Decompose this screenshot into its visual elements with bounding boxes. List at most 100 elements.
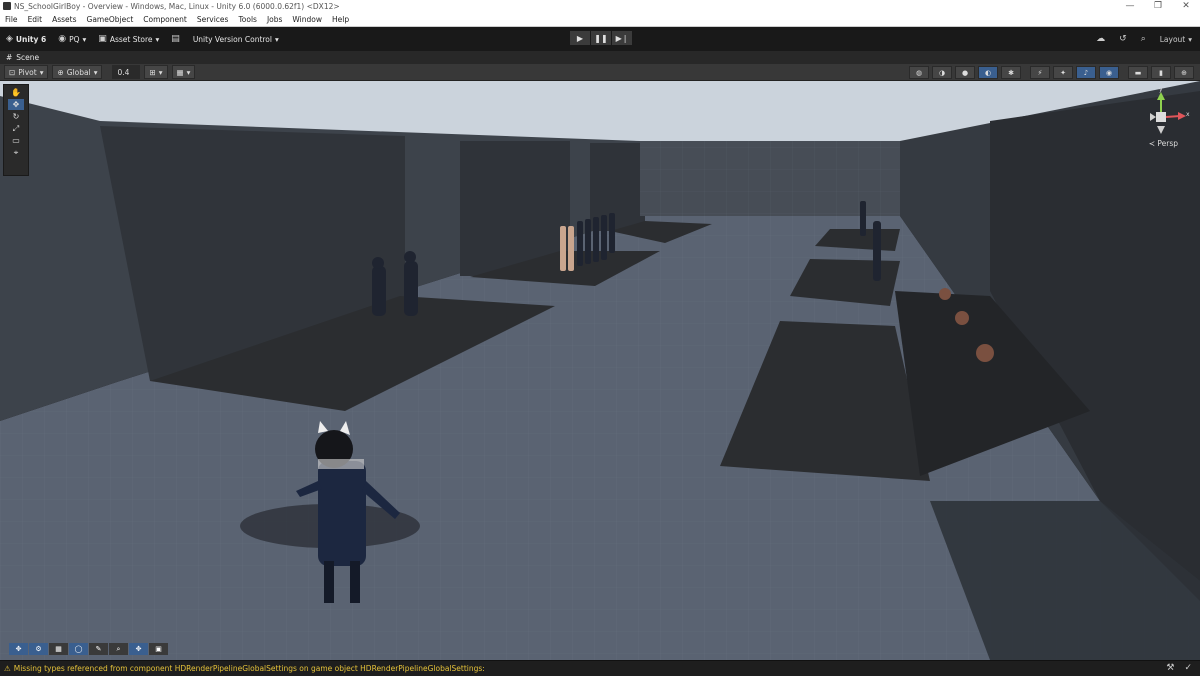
lighting-toggle-icon[interactable]: ⚡ bbox=[1030, 66, 1050, 79]
menu-bar: File Edit Assets GameObject Component Se… bbox=[0, 13, 1200, 27]
layout-dropdown[interactable]: Layout ▾ bbox=[1160, 35, 1192, 44]
play-controls: ▶ ❚❚ ▶❘ bbox=[570, 31, 632, 45]
status-right: ⚒ ✓ bbox=[1166, 663, 1192, 673]
asset-store-dropdown[interactable]: ▣ Asset Store ▾ bbox=[92, 34, 165, 44]
menu-file[interactable]: File bbox=[0, 15, 23, 24]
gizmos-icon[interactable]: ▮ bbox=[1151, 66, 1171, 79]
bottom-overlay-toolbar: ✥ ⚙ ▦ ◯ ✎ ⌕ ✥ ▣ bbox=[9, 643, 168, 655]
scale-tool-icon[interactable]: ⤢ bbox=[8, 123, 24, 134]
chevron-down-icon: ▾ bbox=[39, 67, 44, 77]
warning-icon: ⚠ bbox=[4, 664, 11, 673]
toolbar-right: ☁ ↺ ⌕ Layout ▾ bbox=[1096, 27, 1192, 51]
shading-wire-icon[interactable]: ◑ bbox=[932, 66, 952, 79]
move-tool-icon[interactable]: ✥ bbox=[8, 99, 24, 110]
scene-view-icon[interactable]: ⊕ bbox=[1174, 66, 1194, 79]
audio-toggle-icon[interactable]: ♪ bbox=[1076, 66, 1096, 79]
grid-icon: ▦ bbox=[176, 67, 184, 77]
menu-tools[interactable]: Tools bbox=[233, 15, 261, 24]
orientation-icon[interactable]: ◍ bbox=[909, 66, 929, 79]
unity-label: Unity 6 bbox=[15, 34, 47, 44]
title-bar: NS_SchoolGirlBoy - Overview - Windows, M… bbox=[0, 0, 1200, 13]
scene-tab-label: Scene bbox=[16, 53, 40, 62]
snap-value: 0.4 bbox=[117, 67, 130, 77]
camera-mode-toggle[interactable]: ≺ Persp bbox=[1149, 139, 1178, 148]
account-dropdown[interactable]: ◉ PQ ▾ bbox=[52, 34, 92, 44]
asset-store-label: Asset Store bbox=[109, 34, 153, 44]
close-button[interactable]: ✕ bbox=[1172, 0, 1200, 13]
menu-gameobject[interactable]: GameObject bbox=[82, 15, 139, 24]
scene-viewport[interactable] bbox=[0, 81, 1200, 660]
chevron-down-icon: ▾ bbox=[93, 67, 98, 77]
layout-label: Layout bbox=[1159, 34, 1186, 44]
main-toolbar: ◈ Unity 6 ◉ PQ ▾ ▣ Asset Store ▾ ▤ Unity… bbox=[0, 27, 1200, 51]
gizmo-x-label: x bbox=[1186, 111, 1190, 118]
orientation-gizmo[interactable]: y x bbox=[1134, 86, 1190, 140]
pivot-icon: ⊡ bbox=[9, 67, 16, 77]
menu-help[interactable]: Help bbox=[327, 15, 354, 24]
version-control-icon: ▤ bbox=[171, 34, 180, 44]
global-dropdown[interactable]: ⊕ Global ▾ bbox=[52, 65, 103, 79]
screenshot-icon[interactable]: ▣ bbox=[149, 643, 168, 655]
menu-assets[interactable]: Assets bbox=[47, 15, 81, 24]
rotate-tool-icon[interactable]: ↻ bbox=[8, 111, 24, 122]
history-icon[interactable]: ↺ bbox=[1119, 34, 1127, 44]
debug-icon[interactable]: ✱ bbox=[1001, 66, 1021, 79]
move-handle-icon[interactable]: ✥ bbox=[9, 643, 28, 655]
step-button[interactable]: ▶❘ bbox=[612, 31, 632, 45]
version-control-dropdown[interactable]: ▤ Unity Version Control ▾ bbox=[165, 34, 284, 44]
scene-icon: # bbox=[6, 53, 13, 62]
account-label: PQ bbox=[69, 34, 80, 44]
menu-component[interactable]: Component bbox=[138, 15, 192, 24]
pivot-label: Pivot bbox=[18, 67, 37, 77]
global-label: Global bbox=[66, 67, 91, 77]
menu-services[interactable]: Services bbox=[192, 15, 234, 24]
debug-mode-icon[interactable]: ⚒ bbox=[1166, 663, 1174, 673]
progress-check-icon[interactable]: ✓ bbox=[1184, 663, 1192, 673]
fx-toggle-icon[interactable]: ✦ bbox=[1053, 66, 1073, 79]
tab-scene[interactable]: # Scene bbox=[0, 53, 45, 62]
version-control-label: Unity Version Control bbox=[192, 34, 272, 44]
visibility-icon[interactable]: ◉ bbox=[1099, 66, 1119, 79]
camera-settings-icon[interactable]: ▬ bbox=[1128, 66, 1148, 79]
snap-increment-field[interactable]: 0.4 bbox=[112, 65, 141, 79]
play-button[interactable]: ▶ bbox=[570, 31, 590, 45]
minimize-button[interactable]: — bbox=[1116, 0, 1144, 13]
paint-icon[interactable]: ✎ bbox=[89, 643, 108, 655]
pause-button[interactable]: ❚❚ bbox=[591, 31, 611, 45]
unity-logo-icon bbox=[3, 2, 11, 10]
chevron-down-icon: ▾ bbox=[186, 67, 191, 77]
cloud-icon[interactable]: ☁ bbox=[1096, 34, 1105, 44]
chevron-down-icon: ▾ bbox=[1188, 34, 1192, 44]
shading-lit-icon[interactable]: ◐ bbox=[978, 66, 998, 79]
shading-solid-icon[interactable]: ● bbox=[955, 66, 975, 79]
search-icon[interactable]: ⌕ bbox=[1141, 34, 1146, 44]
grid-snap-icon[interactable]: ▦ bbox=[49, 643, 68, 655]
chevron-down-icon: ▾ bbox=[82, 34, 87, 44]
grid-dropdown[interactable]: ▦ ▾ bbox=[171, 65, 196, 79]
unity-icon: ◈ bbox=[6, 34, 13, 44]
chevron-down-icon: ▾ bbox=[155, 34, 160, 44]
transform-tool-icon[interactable]: ⌖ bbox=[8, 147, 24, 158]
asset-store-icon: ▣ bbox=[98, 34, 107, 44]
scene-render bbox=[0, 81, 1200, 660]
maximize-button[interactable]: ❐ bbox=[1144, 0, 1172, 13]
zoom-icon[interactable]: ⌕ bbox=[109, 643, 128, 655]
unity-account-button[interactable]: ◈ Unity 6 bbox=[0, 34, 52, 44]
rect-tool-icon[interactable]: ▭ bbox=[8, 135, 24, 146]
view-tool-icon[interactable]: ✋ bbox=[8, 87, 24, 98]
menu-edit[interactable]: Edit bbox=[23, 15, 48, 24]
adjust-icon[interactable]: ⚙ bbox=[29, 643, 48, 655]
snap-dropdown[interactable]: ⊞ ▾ bbox=[144, 65, 168, 79]
status-bar: ⚠ Missing types referenced from componen… bbox=[0, 660, 1200, 676]
camera-mode-label: Persp bbox=[1157, 139, 1178, 148]
sphere-icon[interactable]: ◯ bbox=[69, 643, 88, 655]
navigate-icon[interactable]: ✥ bbox=[129, 643, 148, 655]
console-message[interactable]: ⚠ Missing types referenced from componen… bbox=[0, 664, 485, 673]
pivot-dropdown[interactable]: ⊡ Pivot ▾ bbox=[4, 65, 49, 79]
menu-jobs[interactable]: Jobs bbox=[262, 15, 287, 24]
view-options: ◍ ◑ ● ◐ ✱ ⚡ ✦ ♪ ◉ ▬ ▮ ⊕ bbox=[909, 66, 1194, 79]
gizmo-y-label: y bbox=[1159, 86, 1163, 93]
global-icon: ⊕ bbox=[57, 67, 64, 77]
window-title: NS_SchoolGirlBoy - Overview - Windows, M… bbox=[14, 2, 340, 11]
menu-window[interactable]: Window bbox=[287, 15, 327, 24]
